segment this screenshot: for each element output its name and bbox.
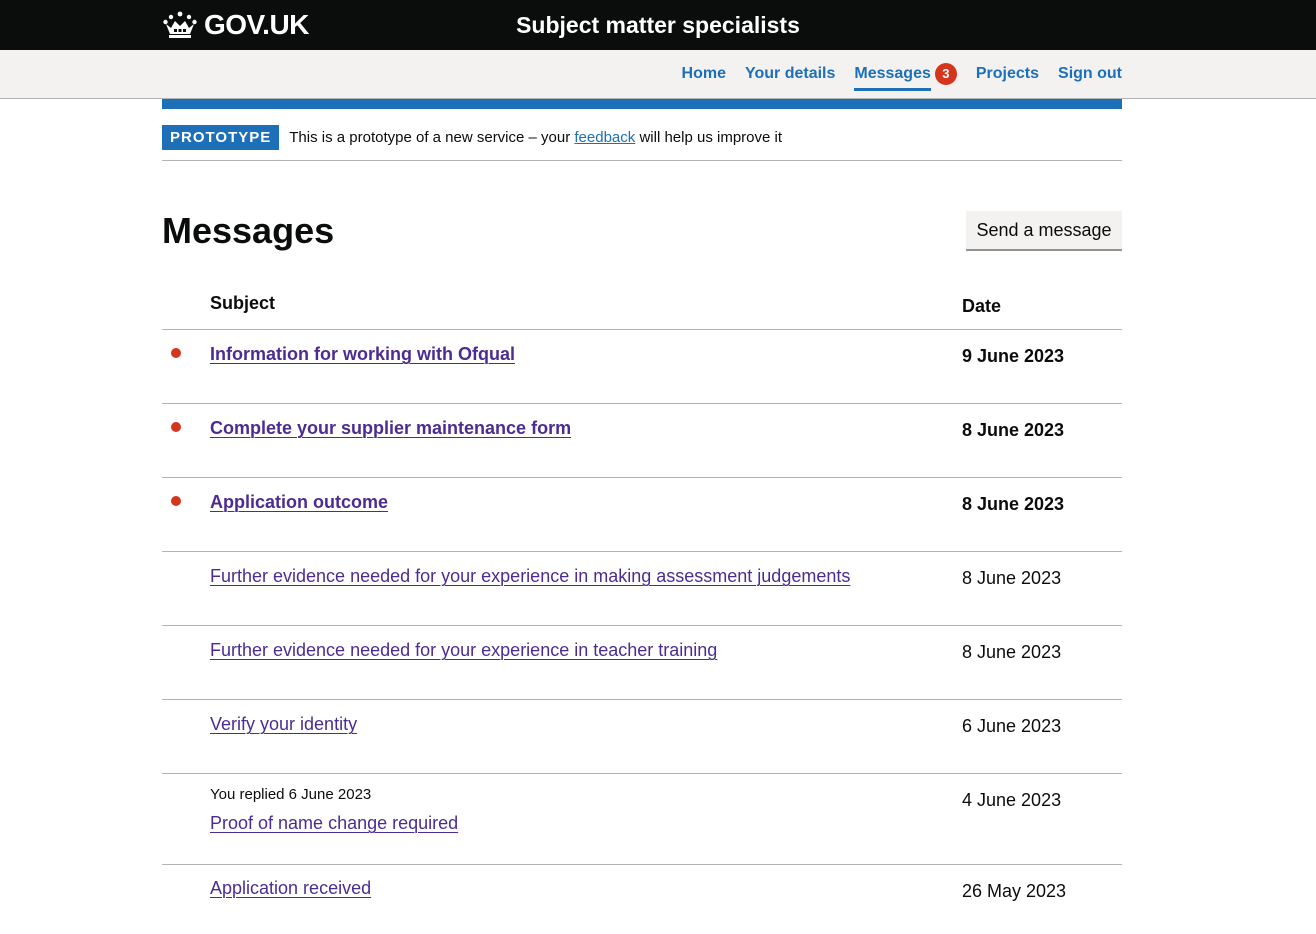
message-date: 8 June 2023 xyxy=(962,420,1065,440)
message-subject-link[interactable]: Complete your supplier maintenance form xyxy=(210,416,571,440)
nav-your-details-label: Your details xyxy=(744,65,836,82)
table-row: You replied 6 June 2023 Proof of name ch… xyxy=(162,774,1122,865)
nav-sign-out[interactable]: Sign out xyxy=(1058,62,1122,86)
message-date: 8 June 2023 xyxy=(962,568,1062,588)
nav-sign-out-label: Sign out xyxy=(1058,65,1122,82)
service-name[interactable]: Subject matter specialists xyxy=(0,10,1316,40)
nav-projects[interactable]: Projects xyxy=(976,62,1039,86)
message-subject-link[interactable]: Application received xyxy=(210,876,371,900)
table-row: Further evidence needed for your experie… xyxy=(162,552,1122,626)
message-date: 8 June 2023 xyxy=(962,494,1065,514)
nav-home-label: Home xyxy=(681,65,726,82)
phase-banner-text: This is a prototype of a new service – y… xyxy=(289,125,782,150)
message-date: 4 June 2023 xyxy=(962,790,1062,810)
table-row: Further evidence needed for your experie… xyxy=(162,626,1122,700)
column-header-date: Date xyxy=(962,296,1002,316)
phase-text-after: will help us improve it xyxy=(639,129,783,146)
unread-dot-icon xyxy=(171,348,181,358)
message-date: 26 May 2023 xyxy=(962,881,1067,901)
column-header-subject: Subject xyxy=(210,293,276,313)
unread-dot-icon xyxy=(171,422,181,432)
unread-count-badge: 3 xyxy=(934,63,957,85)
message-date: 6 June 2023 xyxy=(962,716,1062,736)
message-subject-link[interactable]: Further evidence needed for your experie… xyxy=(210,638,717,662)
send-message-button[interactable]: Send a message xyxy=(966,211,1122,249)
message-date: 8 June 2023 xyxy=(962,642,1062,662)
table-row: Application received 26 May 2023 xyxy=(162,865,1122,925)
message-subject-link[interactable]: Verify your identity xyxy=(210,712,357,736)
messages-table-body: Information for working with Ofqual 9 Ju… xyxy=(162,330,1122,925)
primary-navigation: Home Your details Messages 3 Projects Si… xyxy=(663,50,1122,98)
feedback-link[interactable]: feedback xyxy=(574,129,635,146)
header-accent-bar xyxy=(162,99,1122,109)
nav-your-details[interactable]: Your details xyxy=(745,62,835,86)
site-header: GOV.UK Subject matter specialists xyxy=(0,0,1316,50)
phase-text-before: This is a prototype of a new service – y… xyxy=(289,129,571,146)
table-row: Verify your identity 6 June 2023 xyxy=(162,700,1122,774)
table-row: Information for working with Ofqual 9 Ju… xyxy=(162,330,1122,404)
reply-note: You replied 6 June 2023 xyxy=(210,786,372,803)
messages-table-header: Subject Date xyxy=(162,289,1122,330)
phase-banner: PROTOTYPE This is a prototype of a new s… xyxy=(162,125,1122,161)
nav-messages[interactable]: Messages 3 xyxy=(854,57,957,91)
unread-dot-icon xyxy=(171,496,181,506)
navigation-bar: Home Your details Messages 3 Projects Si… xyxy=(0,50,1316,99)
page-title: Messages xyxy=(162,210,335,251)
phase-tag: PROTOTYPE xyxy=(162,125,280,150)
nav-projects-label: Projects xyxy=(975,65,1040,82)
table-row: Application outcome 8 June 2023 xyxy=(162,478,1122,552)
message-date: 9 June 2023 xyxy=(962,346,1065,366)
message-subject-link[interactable]: Further evidence needed for your experie… xyxy=(210,564,850,588)
table-row: Complete your supplier maintenance form … xyxy=(162,404,1122,478)
nav-home[interactable]: Home xyxy=(682,62,726,86)
message-subject-link[interactable]: Application outcome xyxy=(210,490,388,514)
nav-messages-label: Messages xyxy=(854,62,931,91)
message-subject-link[interactable]: Proof of name change required xyxy=(210,811,458,835)
message-subject-link[interactable]: Information for working with Ofqual xyxy=(210,342,515,366)
